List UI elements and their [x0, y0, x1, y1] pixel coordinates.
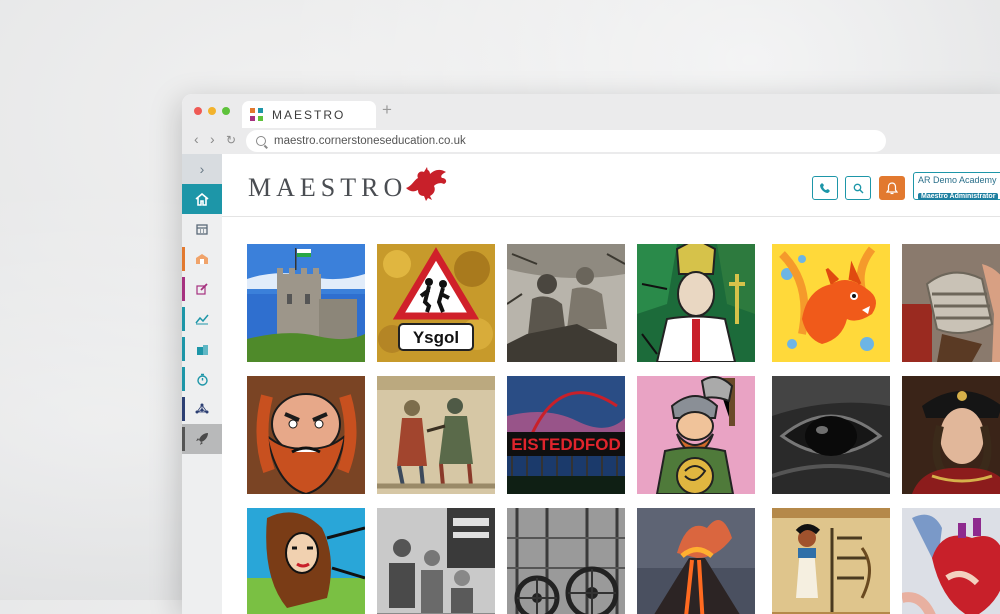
tile-roman-soldier[interactable] — [902, 244, 1000, 362]
tile-eisteddfod[interactable]: EISTEDDFOD — [507, 376, 625, 494]
stopwatch-icon — [196, 373, 208, 386]
address-bar: ‹ › ↻ maestro.cornerstoneseducation.co.u… — [182, 128, 1000, 154]
network-icon — [195, 403, 209, 413]
reload-icon[interactable]: ↻ — [226, 133, 236, 147]
browser-tab[interactable]: MAESTRO — [242, 101, 376, 128]
sidebar-expand-button[interactable]: › — [182, 154, 222, 184]
sidebar-item-home[interactable] — [182, 184, 222, 214]
app-header: MAESTRO AR Demo Academy Maestro Administ… — [222, 154, 1000, 217]
tile-horse-eye[interactable] — [772, 376, 890, 494]
buildings-icon — [197, 344, 208, 355]
eisteddfod-label: EISTEDDFOD — [511, 435, 621, 454]
tile-tudor-king[interactable] — [902, 376, 1000, 494]
url-field[interactable]: maestro.cornerstoneseducation.co.uk — [246, 130, 886, 152]
maestro-favicon-icon — [250, 107, 264, 122]
tile-evacuee-children[interactable] — [377, 508, 495, 614]
tile-engraving-scene[interactable] — [507, 244, 625, 362]
school-icon — [196, 254, 208, 264]
new-tab-button[interactable]: + — [382, 100, 392, 120]
browser-window: MAESTRO + ‹ › ↻ maestro.cornerstoneseduc… — [182, 94, 1000, 614]
sidebar-item-analytics[interactable] — [182, 304, 222, 334]
tile-anatomy-heart[interactable] — [902, 508, 1000, 614]
search-button[interactable] — [845, 176, 871, 200]
chart-icon — [195, 314, 209, 325]
tile-stained-glass-saint[interactable] — [637, 244, 755, 362]
welsh-dragon-icon — [406, 167, 447, 201]
sidebar-item-school[interactable] — [182, 244, 222, 274]
back-icon[interactable]: ‹ — [194, 131, 199, 147]
sidebar-item-timer[interactable] — [182, 364, 222, 394]
bell-icon — [886, 181, 898, 194]
account-role-badge: Maestro Administrator — [918, 193, 999, 200]
ysgol-label: Ysgol — [413, 328, 459, 347]
tile-egyptian-art[interactable] — [772, 508, 890, 614]
sidebar-item-buildings[interactable] — [182, 334, 222, 364]
maestro-logo[interactable]: MAESTRO — [248, 173, 407, 203]
home-icon — [195, 192, 209, 206]
tab-bar: MAESTRO + — [182, 94, 1000, 128]
sidebar-item-network[interactable] — [182, 394, 222, 424]
tile-volcano[interactable] — [637, 508, 755, 614]
maximize-dot[interactable] — [222, 107, 230, 115]
phone-icon — [820, 183, 830, 193]
tile-red-bearded-giant[interactable] — [247, 376, 365, 494]
tile-cardiff-castle[interactable] — [247, 244, 365, 362]
pencil-icon — [196, 283, 208, 295]
window-controls — [194, 107, 230, 115]
forward-icon[interactable]: › — [210, 131, 215, 147]
notifications-button[interactable] — [879, 176, 905, 200]
url-text: maestro.cornerstoneseducation.co.uk — [274, 135, 466, 147]
sidebar: › — [182, 154, 222, 614]
tile-viking[interactable] — [637, 376, 755, 494]
tile-woman-portrait[interactable] — [247, 508, 365, 614]
account-name: AR Demo Academy — [918, 175, 997, 185]
account-menu[interactable]: AR Demo Academy Maestro Administrator — [913, 172, 1000, 200]
sidebar-item-edit[interactable] — [182, 274, 222, 304]
minimize-dot[interactable] — [208, 107, 216, 115]
tile-industrial-machinery[interactable] — [507, 508, 625, 614]
calendar-icon — [196, 224, 208, 235]
phone-button[interactable] — [812, 176, 838, 200]
chevron-right-icon: › — [199, 161, 205, 177]
search-icon — [853, 183, 863, 193]
tile-fire-dragon[interactable] — [772, 244, 890, 362]
close-dot[interactable] — [194, 107, 202, 115]
sidebar-item-launch[interactable] — [182, 424, 222, 454]
tab-title: MAESTRO — [272, 107, 346, 122]
tile-ysgol-sign[interactable]: Ysgol — [377, 244, 495, 362]
tile-tapestry[interactable] — [377, 376, 495, 494]
sidebar-item-calendar[interactable] — [182, 214, 222, 244]
search-icon — [256, 136, 266, 146]
rocket-icon — [196, 433, 208, 445]
